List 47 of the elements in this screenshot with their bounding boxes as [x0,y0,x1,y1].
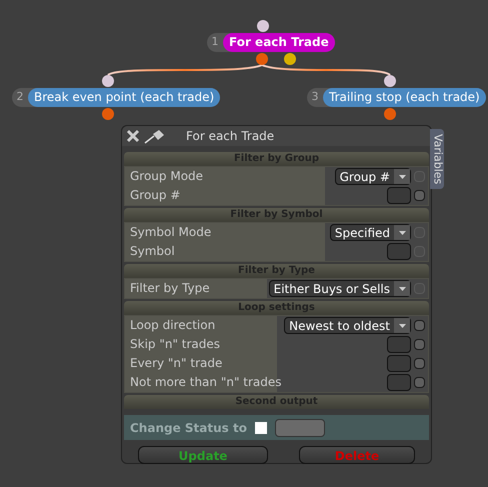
node-number: 3 [310,89,320,106]
node-label[interactable]: Break even point (each trade) [28,88,220,107]
field-label: Group # [125,186,325,205]
checkbox[interactable] [414,339,425,350]
input-field[interactable] [387,243,411,260]
input-pin-icon[interactable] [102,75,114,87]
field-label: Change Status to [130,420,247,436]
field-label: Every "n" trade [125,354,277,373]
input-field[interactable] [387,374,411,391]
output-pin-icon[interactable] [284,53,296,65]
input-pin-icon[interactable] [257,20,269,32]
dropdown[interactable]: Either Buys or Sells [268,280,411,297]
input-field[interactable] [387,187,411,204]
input-field[interactable] [387,355,411,372]
field-label: Filter by Type [125,279,267,298]
checkbox[interactable] [414,190,425,201]
checkbox[interactable] [414,320,425,331]
checkbox[interactable] [254,422,267,434]
field-label: Skip "n" trades [125,335,277,354]
output-pin-icon[interactable] [384,108,396,120]
checkbox[interactable] [414,358,425,369]
status-field[interactable] [274,418,325,436]
input-field[interactable] [387,336,411,353]
dropdown[interactable]: Group # [334,168,411,185]
update-button[interactable]: Update [138,446,268,464]
caret-icon [398,324,406,328]
panel-title: For each Trade [186,128,274,145]
node-number: 1 [210,34,220,50]
dropdown[interactable]: Specified [330,224,411,241]
field-label: Symbol [125,242,325,261]
caret-icon [398,230,406,234]
caret-icon [398,174,406,178]
output-pin-icon[interactable] [102,108,114,120]
input-pin-icon[interactable] [384,75,396,87]
node-label[interactable]: For each Trade [223,33,335,52]
field-label: Symbol Mode [125,223,325,242]
dropdown[interactable]: Newest to oldest [284,317,411,334]
node-number: 2 [16,89,24,106]
node-label[interactable]: Trailing stop (each trade) [323,88,486,107]
output-pin-icon[interactable] [256,53,268,65]
variables-tab[interactable]: Variables [430,129,444,189]
close-icon[interactable] [126,129,140,143]
pin-icon[interactable] [144,128,166,144]
field-label: Group Mode [125,167,325,186]
caret-icon [398,286,406,290]
checkbox[interactable] [414,377,425,388]
field-label: Loop direction [125,316,277,335]
